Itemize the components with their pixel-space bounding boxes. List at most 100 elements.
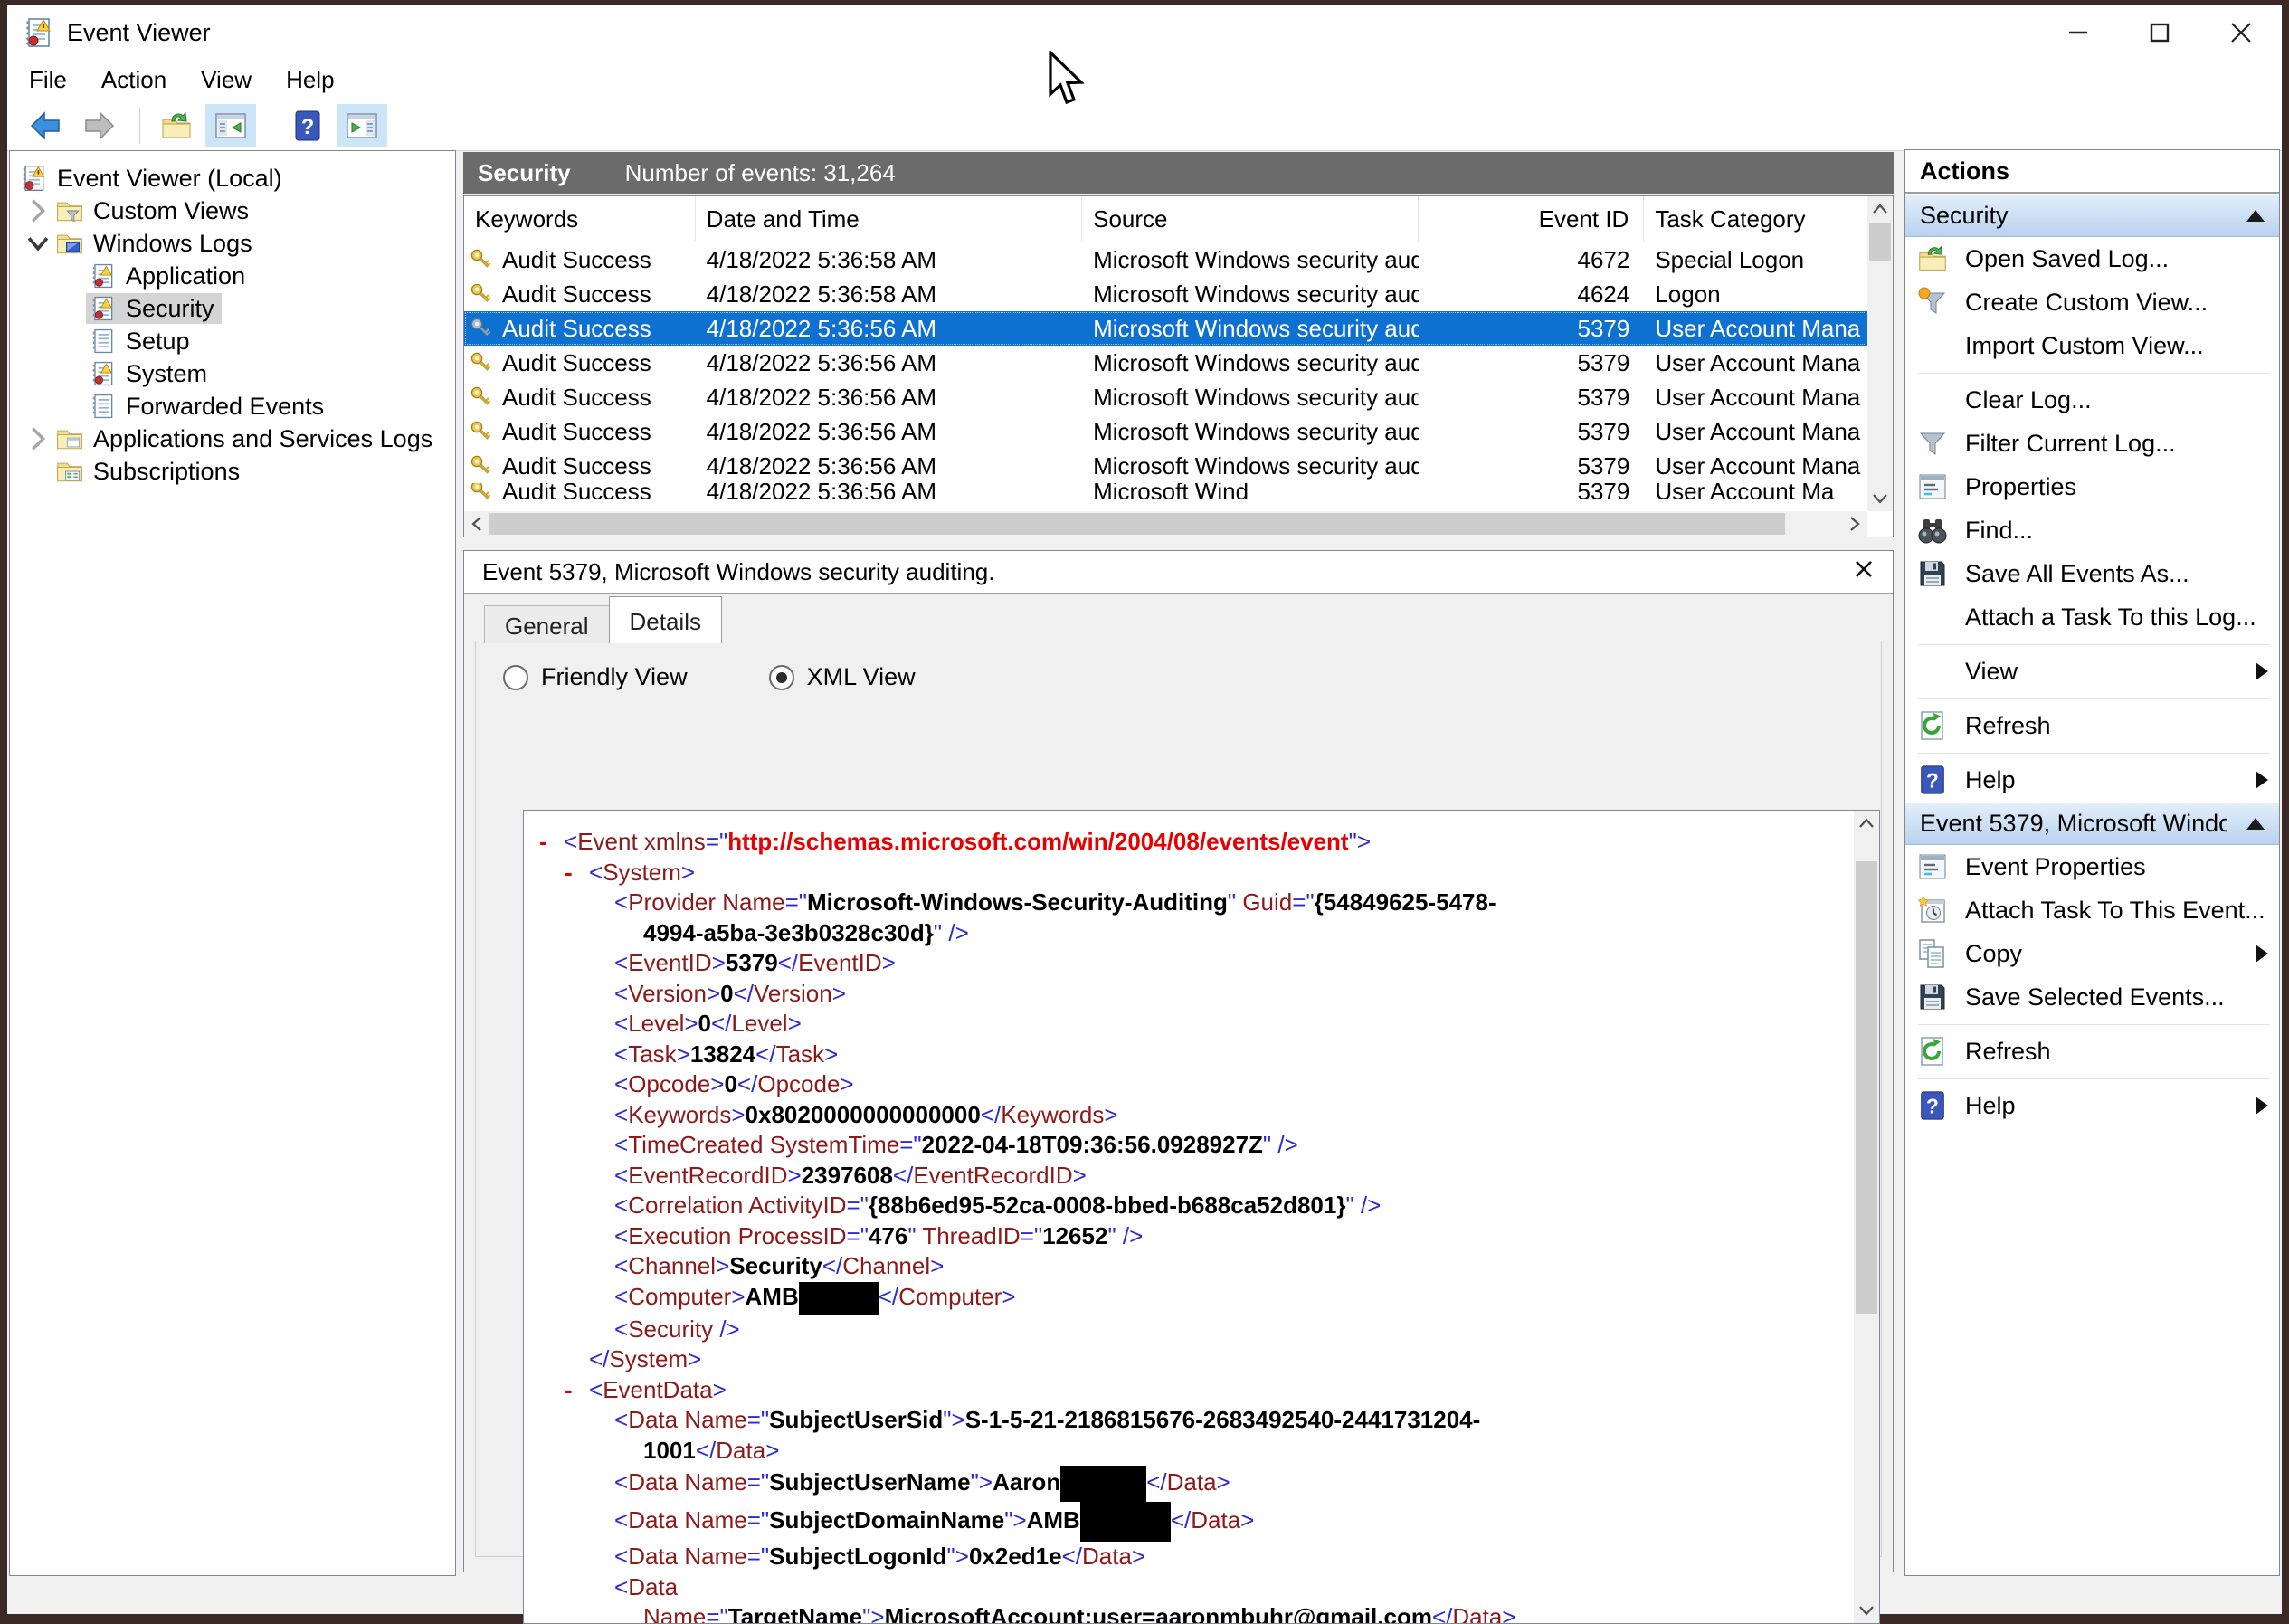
open-saved-log-icon — [1916, 242, 1951, 275]
xml-vertical-scrollbar[interactable] — [1854, 811, 1879, 1623]
actions-title: Actions — [1905, 150, 2279, 194]
sidebar-item-security[interactable]: Security — [10, 292, 455, 325]
action-view[interactable]: View — [1905, 650, 2279, 693]
sidebar-item-subscriptions[interactable]: Subscriptions — [10, 455, 455, 488]
xml-line: -<EventData> — [524, 1375, 1821, 1406]
detail-tabs: General Details — [464, 594, 1893, 643]
action-refresh[interactable]: Refresh — [1905, 704, 2279, 747]
xml-scroll-up-icon[interactable] — [1854, 811, 1879, 836]
horizontal-scroll-thumb[interactable] — [489, 513, 1785, 535]
sidebar-item-custom-views[interactable]: Custom Views — [10, 195, 455, 227]
action-save-selected-events[interactable]: Save Selected Events... — [1905, 975, 2279, 1019]
event-row[interactable]: Audit Success4/18/2022 5:36:58 AMMicroso… — [464, 242, 1893, 277]
column-header-date-time[interactable]: Date and Time — [696, 196, 1082, 242]
scroll-left-icon[interactable] — [464, 511, 489, 537]
expand-right-icon[interactable] — [23, 197, 53, 224]
xml-line: <TimeCreated SystemTime="2022-04-18T09:3… — [524, 1130, 1821, 1161]
scroll-right-icon[interactable] — [1842, 511, 1867, 537]
expand-down-icon[interactable] — [23, 230, 53, 257]
action-open-saved-log[interactable]: Open Saved Log... — [1905, 237, 2279, 280]
action-import-custom-view[interactable]: Import Custom View... — [1905, 324, 2279, 367]
action-attach-task-to-this-event[interactable]: Attach Task To This Event... — [1905, 888, 2279, 932]
event-row[interactable]: Audit Success4/18/2022 5:36:56 AMMicroso… — [464, 483, 1893, 499]
actions-section-header-security[interactable]: Security — [1905, 194, 2279, 237]
friendly-view-radio[interactable] — [503, 665, 528, 690]
sidebar-item-applications-and-services-logs[interactable]: Applications and Services Logs — [10, 423, 455, 455]
column-header-task-category[interactable]: Task Category — [1644, 196, 1893, 242]
expand-right-icon[interactable] — [23, 425, 53, 452]
action-label: Save Selected Events... — [1965, 983, 2225, 1011]
action-create-custom-view[interactable]: Create Custom View... — [1905, 280, 2279, 324]
open-saved-log-icon — [159, 109, 194, 143]
sidebar-item-application[interactable]: Application — [10, 260, 455, 292]
minimize-button[interactable] — [2037, 5, 2119, 60]
xml-view-radio[interactable] — [769, 665, 794, 690]
action-help[interactable]: ?Help — [1905, 1084, 2279, 1127]
console-tree-panel: Event Viewer (Local)Custom Views Windows … — [9, 150, 456, 1576]
scroll-down-icon[interactable] — [1867, 486, 1893, 511]
help-button[interactable]: ? — [282, 104, 333, 147]
event-list-horizontal-scrollbar[interactable] — [464, 511, 1867, 537]
event-row[interactable]: Audit Success4/18/2022 5:36:56 AMMicroso… — [464, 380, 1893, 414]
scroll-up-icon[interactable] — [1867, 196, 1893, 222]
collapse-minus-icon[interactable]: - — [565, 1375, 573, 1406]
back-button[interactable] — [20, 104, 71, 147]
event-row[interactable]: Audit Success4/18/2022 5:36:56 AMMicroso… — [464, 311, 1893, 346]
cell-event-id: 5379 — [1419, 452, 1645, 480]
action-find[interactable]: Find... — [1905, 508, 2279, 552]
event-row[interactable]: Audit Success4/18/2022 5:36:56 AMMicroso… — [464, 346, 1893, 380]
details-tab-content: Friendly View XML View -<Event xmlns="ht… — [475, 641, 1882, 1557]
action-clear-log[interactable]: Clear Log... — [1905, 378, 2279, 422]
event-row[interactable]: Audit Success4/18/2022 5:36:56 AMMicroso… — [464, 449, 1893, 483]
actions-section-header-event[interactable]: Event 5379, Microsoft Windows s... — [1905, 802, 2279, 845]
sidebar-item-forwarded-events[interactable]: Forwarded Events — [10, 390, 455, 423]
sidebar-item-system[interactable]: System — [10, 357, 455, 390]
sidebar-item-windows-logs[interactable]: Windows Logs — [10, 227, 455, 260]
tree-item-content: Application — [86, 261, 252, 291]
event-row[interactable]: Audit Success4/18/2022 5:36:56 AMMicroso… — [464, 414, 1893, 449]
show-action-pane-button[interactable] — [337, 104, 387, 147]
open-saved-log-button[interactable] — [151, 104, 202, 147]
action-filter-current-log[interactable]: Filter Current Log... — [1905, 422, 2279, 465]
action-attach-a-task-to-this-log[interactable]: Attach a Task To this Log... — [1905, 595, 2279, 639]
close-button[interactable] — [2200, 5, 2282, 60]
toolbar: ? — [7, 100, 2282, 151]
column-header-keywords[interactable]: Keywords — [464, 196, 696, 242]
collapse-section-icon[interactable] — [2246, 210, 2265, 222]
action-help[interactable]: ?Help — [1905, 758, 2279, 802]
sidebar-item-setup[interactable]: Setup — [10, 325, 455, 357]
collapse-minus-icon[interactable]: - — [565, 858, 573, 888]
sidebar-item-event-viewer-local-[interactable]: Event Viewer (Local) — [10, 162, 455, 195]
mouse-cursor — [1047, 51, 1088, 110]
action-save-all-events-as[interactable]: Save All Events As... — [1905, 552, 2279, 595]
column-header-event-id[interactable]: Event ID — [1419, 196, 1645, 242]
xml-line: <Channel>Security</Channel> — [524, 1251, 1821, 1282]
detail-close-button[interactable] — [1853, 558, 1875, 586]
xml-scroll-thumb[interactable] — [1856, 861, 1877, 1314]
menu-view[interactable]: View — [201, 66, 252, 94]
menu-action[interactable]: Action — [101, 66, 166, 94]
tab-general[interactable]: General — [484, 605, 610, 643]
action-properties[interactable]: Properties — [1905, 465, 2279, 508]
collapse-section-icon[interactable] — [2246, 818, 2265, 830]
collapse-minus-icon[interactable]: - — [539, 827, 547, 858]
vertical-scroll-thumb[interactable] — [1869, 223, 1891, 261]
show-console-tree-button[interactable] — [205, 104, 256, 147]
forward-button[interactable] — [74, 104, 125, 147]
xml-line: <Opcode>0</Opcode> — [524, 1069, 1821, 1100]
event-row[interactable]: Audit Success4/18/2022 5:36:58 AMMicroso… — [464, 277, 1893, 311]
event-list-vertical-scrollbar[interactable] — [1867, 196, 1893, 511]
action-refresh[interactable]: Refresh — [1905, 1030, 2279, 1073]
column-header-source[interactable]: Source — [1082, 196, 1419, 242]
action-event-properties[interactable]: Event Properties — [1905, 845, 2279, 888]
action-copy[interactable]: Copy — [1905, 932, 2279, 975]
menu-file[interactable]: File — [29, 66, 67, 94]
log-plain-icon — [88, 327, 117, 356]
tree-item-label: Windows Logs — [93, 230, 252, 258]
find-icon — [1916, 514, 1951, 546]
maximize-button[interactable] — [2119, 5, 2200, 60]
audit-success-key-icon — [468, 315, 495, 342]
cell-keywords: Audit Success — [464, 384, 696, 412]
menu-help[interactable]: Help — [286, 66, 334, 94]
tab-details[interactable]: Details — [609, 596, 722, 643]
